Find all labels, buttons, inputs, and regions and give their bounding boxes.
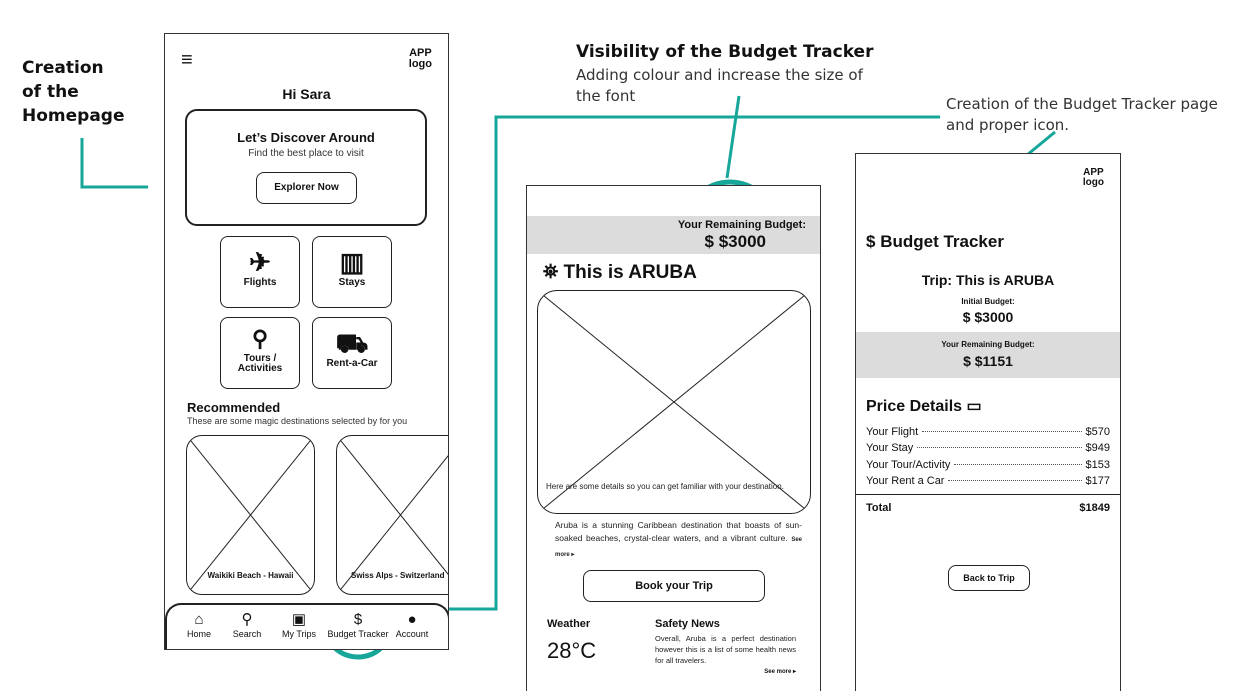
initial-budget-label: Initial Budget: [961,297,1015,306]
remaining-budget-label: Your Remaining Budget: [677,219,806,231]
safety-news-text: Overall, Aruba is a perfect destination … [655,634,796,665]
map-pin-icon: ⚲ [251,326,269,351]
app-logo: APP logo [408,47,432,70]
money-bag-icon: $ [704,232,719,251]
plane-icon: ✈ [249,247,271,277]
destination-card-waikiki[interactable]: Waikiki Beach - Hawaii [186,435,315,595]
total-label: Total [866,502,892,514]
search-icon: ⚲ [241,611,253,628]
category-stays[interactable]: ▥ Stays [312,236,392,308]
remaining-budget-bar: Your Remaining Budget: $ $1151 [856,332,1120,378]
price-details-title: Price Details ▭ [866,398,982,415]
category-label: Rent-a-Car [326,358,378,369]
nav-label: Account [395,629,429,639]
discover-title: Let’s Discover Around [237,130,375,145]
explore-button[interactable]: Explorer Now [256,172,357,204]
remaining-budget-value: $ $3000 [704,232,766,251]
money-bag-icon: $ [963,353,975,369]
weather-label: Weather [547,618,591,630]
safety-news-title: Safety News [655,618,720,630]
suitcase-icon: ▣ [291,611,307,628]
total-value: $1849 [1079,502,1110,514]
nav-my-trips[interactable]: ▣ My Trips [269,611,329,639]
trip-title: ⛯ This is ARUBA [543,262,697,283]
back-to-trip-button[interactable]: Back to Trip [948,565,1030,591]
app-logo: APP logo [1082,167,1104,188]
initial-budget-value: $ $3000 [962,309,1014,325]
category-tours[interactable]: ⚲ Tours / Activities [220,317,300,389]
price-row-flight: Your Flight $570 [866,426,1110,438]
nav-label: Home [186,629,211,639]
car-icon: ⛟ [335,328,369,358]
hamburger-icon[interactable]: ≡ [181,50,193,70]
image-placeholder [538,291,810,513]
price-row-stay: Your Stay $949 [866,442,1110,454]
safety-see-more-link[interactable]: See more ▸ [764,668,796,675]
book-trip-button[interactable]: Book your Trip [583,570,765,602]
nav-label: My Trips [281,629,316,639]
nav-label: Search [232,629,262,639]
user-icon: ● [407,611,417,628]
category-rent-a-car[interactable]: ⛟ Rent-a-Car [312,317,392,389]
map-icon: ⛯ [543,262,564,283]
price-row-tour: Your Tour/Activity $153 [866,459,1110,471]
greeting: Hi Sara [282,86,331,102]
destination-name: Waikiki Beach - Hawaii [207,571,294,580]
divider [856,494,1120,495]
price-row-car: Your Rent a Car $177 [866,475,1110,487]
trip-description: Aruba is a stunning Caribbean destinatio… [555,520,802,558]
home-screen: ≡ APP logo Hi Sara Let’s Discover Around… [164,33,449,650]
money-icon: ▭ [966,398,982,415]
budget-tracker-screen: APP logo $ Budget Tracker Trip: This is … [855,153,1121,691]
trip-image-placeholder: Here are some details so you can get fam… [537,290,811,514]
category-label: Flights [243,277,277,288]
nav-label: Budget Tracker [327,629,389,639]
remaining-budget-value: $ $1151 [963,353,1013,369]
discover-subtitle: Find the best place to visit [248,148,364,159]
destination-name: Swiss Alps - Switzerland [351,571,445,580]
discover-card: Let’s Discover Around Find the best plac… [185,109,427,226]
recommended-title: Recommended [187,400,281,415]
remaining-budget-label: Your Remaining Budget: [941,340,1035,349]
destination-card-swiss-alps[interactable]: Swiss Alps - Switzerland [336,435,448,595]
category-label: Stays [338,277,366,288]
weather-value: 28°C [547,638,597,663]
category-flights[interactable]: ✈ Flights [220,236,300,308]
money-bag-icon: $ [866,232,881,251]
hotel-icon: ▥ [339,247,365,277]
trip-screen: Your Remaining Budget: $ $3000 ⛯ This is… [526,185,821,691]
remaining-budget-bar: Your Remaining Budget: $ $3000 [527,216,820,254]
category-label: Tours / Activities [237,353,283,374]
budget-tracker-title: $ Budget Tracker [866,232,1004,251]
recommended-subtitle: These are some magic destinations select… [187,416,408,426]
nav-search[interactable]: ⚲ Search [217,611,277,639]
image-caption: Here are some details so you can get fam… [546,482,784,491]
money-bag-icon: $ [962,309,975,325]
nav-account[interactable]: ● Account [382,611,442,639]
trip-title: Trip: This is ARUBA [921,272,1055,288]
